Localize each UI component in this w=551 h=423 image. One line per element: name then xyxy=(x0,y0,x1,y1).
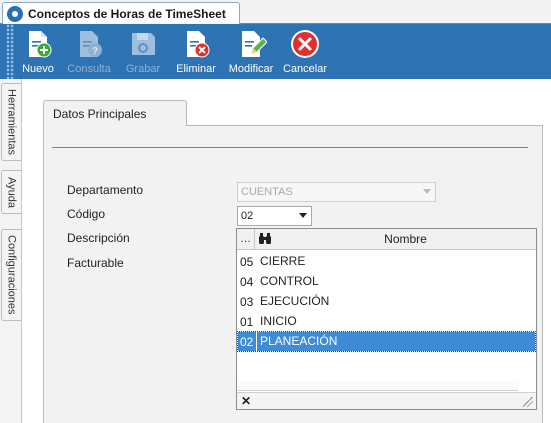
codigo-dropdown-list: … Nombre 05 CIERRE 04 CONTROL 03 EJECUCI xyxy=(236,228,537,410)
svg-text:?: ? xyxy=(92,46,98,57)
chevron-down-icon xyxy=(423,189,431,194)
toolbar: Nuevo ? Consulta Grabar Eliminar Modific… xyxy=(0,24,551,79)
delete-document-icon xyxy=(187,31,210,58)
new-button[interactable]: Nuevo xyxy=(16,24,60,79)
delete-button[interactable]: Eliminar xyxy=(168,24,224,79)
chevron-down-icon[interactable] xyxy=(299,213,307,218)
toolbar-grip[interactable] xyxy=(6,24,14,79)
window-tab-bar: Conceptos de Horas de TimeSheet xyxy=(0,0,551,25)
cancel-circle-icon xyxy=(291,30,319,58)
code-column-header[interactable]: … xyxy=(237,228,255,250)
departamento-value: CUENTAS xyxy=(241,186,293,198)
dropdown-footer: ✕ xyxy=(237,392,536,409)
list-item-selected[interactable]: 02 PLANEACIÓN xyxy=(237,331,536,352)
side-tabs: Herramientas Ayuda Configuraciones xyxy=(0,79,22,423)
list-item[interactable]: 03 EJECUCIÓN xyxy=(238,292,535,311)
query-document-icon: ? xyxy=(80,31,102,57)
close-icon[interactable]: ✕ xyxy=(241,394,251,408)
descripcion-label: Descripción xyxy=(67,231,130,245)
window-tab[interactable]: Conceptos de Horas de TimeSheet xyxy=(2,2,240,25)
query-button[interactable]: ? Consulta xyxy=(60,24,118,79)
app-icon xyxy=(7,6,23,22)
tab-datos-principales[interactable]: Datos Principales xyxy=(43,100,187,126)
side-tab-herramientas[interactable]: Herramientas xyxy=(1,83,21,161)
save-button[interactable]: Grabar xyxy=(118,24,168,79)
main-content: Datos Principales Departamento CUENTAS C… xyxy=(23,79,551,423)
list-item[interactable]: 01 INICIO xyxy=(238,312,535,331)
list-item[interactable]: 05 CIERRE xyxy=(238,252,535,271)
departamento-select: CUENTAS xyxy=(237,182,436,202)
codigo-label: Código xyxy=(67,207,106,221)
name-column-header[interactable]: Nombre xyxy=(275,232,536,246)
departamento-label: Departamento xyxy=(67,183,144,197)
save-disk-icon xyxy=(132,33,155,55)
facturable-label: Facturable xyxy=(67,256,124,270)
section-divider xyxy=(52,147,528,148)
codigo-select[interactable]: 02 xyxy=(237,206,312,226)
edit-document-icon xyxy=(242,31,267,57)
side-tab-configuraciones[interactable]: Configuraciones xyxy=(1,229,21,321)
window-title: Conceptos de Horas de TimeSheet xyxy=(28,7,226,21)
horizontal-scrollbar[interactable] xyxy=(238,381,518,391)
new-document-icon xyxy=(29,31,52,58)
list-item[interactable]: 04 CONTROL xyxy=(238,272,535,291)
resize-grip-icon[interactable] xyxy=(523,397,533,407)
side-tab-ayuda[interactable]: Ayuda xyxy=(1,170,21,214)
edit-button[interactable]: Modificar xyxy=(224,24,278,79)
binoculars-icon[interactable] xyxy=(255,229,275,250)
cancel-button[interactable]: Cancelar xyxy=(278,24,332,79)
codigo-value: 02 xyxy=(241,210,254,222)
dropdown-header: … Nombre xyxy=(237,228,536,250)
